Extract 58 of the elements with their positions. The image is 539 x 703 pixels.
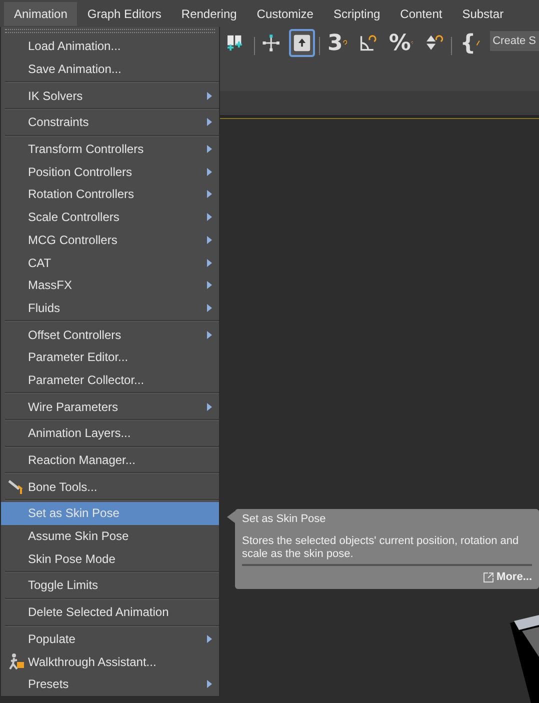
menu-item[interactable]: Save Animation... bbox=[1, 58, 219, 80]
submenu-arrow-icon bbox=[207, 680, 212, 688]
percent-tool-button[interactable]: % bbox=[384, 29, 418, 57]
menu-bar-item[interactable]: Graph Editors bbox=[77, 2, 172, 26]
select-tool-button[interactable] bbox=[288, 29, 315, 57]
walking-figure-icon bbox=[8, 653, 24, 670]
menu-item[interactable]: Assume Skin Pose bbox=[1, 524, 219, 548]
menu-item[interactable]: Walkthrough Assistant... bbox=[1, 650, 219, 673]
create-field[interactable]: Create S bbox=[490, 31, 539, 51]
bone-icon bbox=[8, 480, 24, 494]
menu-item[interactable]: Scale Controllers bbox=[1, 206, 219, 228]
menu-bar-item[interactable]: Customize bbox=[246, 2, 324, 26]
menu-item[interactable]: Presets bbox=[1, 672, 219, 696]
menu-item[interactable]: Fluids bbox=[1, 296, 219, 320]
menu-bar-item[interactable]: Content bbox=[390, 2, 452, 26]
menu-item[interactable]: IK Solvers bbox=[1, 84, 219, 108]
menu-item[interactable]: MCG Controllers bbox=[1, 228, 219, 252]
submenu-arrow-icon bbox=[207, 168, 212, 176]
submenu-arrow-icon bbox=[207, 145, 212, 154]
submenu-arrow-icon bbox=[207, 330, 212, 339]
external-link-icon bbox=[482, 572, 494, 582]
menu-bar-item[interactable]: Rendering bbox=[171, 2, 247, 26]
menu-bar-item[interactable]: Substar bbox=[452, 2, 514, 26]
submenu-arrow-icon bbox=[207, 213, 212, 222]
snap-tool-button[interactable]: 3 bbox=[323, 29, 351, 57]
submenu-arrow-icon bbox=[207, 258, 212, 267]
submenu-arrow-icon bbox=[207, 92, 212, 100]
menu-item[interactable]: Position Controllers bbox=[1, 160, 219, 184]
menu-item[interactable]: Parameter Collector... bbox=[1, 368, 219, 392]
menu-item[interactable]: Constraints bbox=[1, 111, 219, 134]
submenu-arrow-icon bbox=[207, 402, 212, 411]
submenu-arrow-icon bbox=[207, 236, 212, 244]
menu-item[interactable]: Animation Layers... bbox=[1, 422, 219, 445]
menu-bar-item[interactable]: Animation bbox=[4, 2, 78, 26]
tooltip-description: Stores the selected objects' current position, rotation and scale as the skin pose. bbox=[242, 535, 520, 561]
menu-item[interactable]: CAT bbox=[1, 251, 219, 274]
menu-item[interactable]: Delete Selected Animation bbox=[1, 600, 219, 624]
menu-item[interactable]: Load Animation... bbox=[1, 35, 219, 58]
menu-item[interactable]: Transform Controllers bbox=[1, 138, 219, 160]
menu-item[interactable]: Offset Controllers bbox=[1, 323, 219, 346]
submenu-arrow-icon bbox=[207, 304, 212, 312]
tooltip-title: Set as Skin Pose bbox=[242, 513, 327, 525]
menu-bar-item[interactable]: Scripting bbox=[323, 2, 390, 26]
menu-item[interactable]: Reaction Manager... bbox=[1, 448, 219, 472]
menu-item[interactable]: Skin Pose Mode bbox=[1, 547, 219, 570]
menu-item[interactable]: Rotation Controllers bbox=[1, 183, 219, 206]
submenu-arrow-icon bbox=[207, 118, 212, 126]
menu-item[interactable]: Toggle Limits bbox=[1, 574, 219, 597]
script-tool-button[interactable]: { bbox=[456, 29, 484, 57]
menu-item[interactable]: Wire Parameters bbox=[1, 395, 219, 418]
arrow-up-icon bbox=[292, 33, 311, 53]
menu-item[interactable]: Populate bbox=[1, 628, 219, 650]
submenu-arrow-icon bbox=[207, 634, 212, 643]
menu-item[interactable]: Parameter Editor... bbox=[1, 346, 219, 369]
submenu-arrow-icon bbox=[207, 190, 212, 198]
menu-item[interactable]: MassFX bbox=[1, 274, 219, 297]
submenu-arrow-icon bbox=[207, 281, 212, 290]
menu-item[interactable]: Bone Tools... bbox=[1, 475, 219, 498]
